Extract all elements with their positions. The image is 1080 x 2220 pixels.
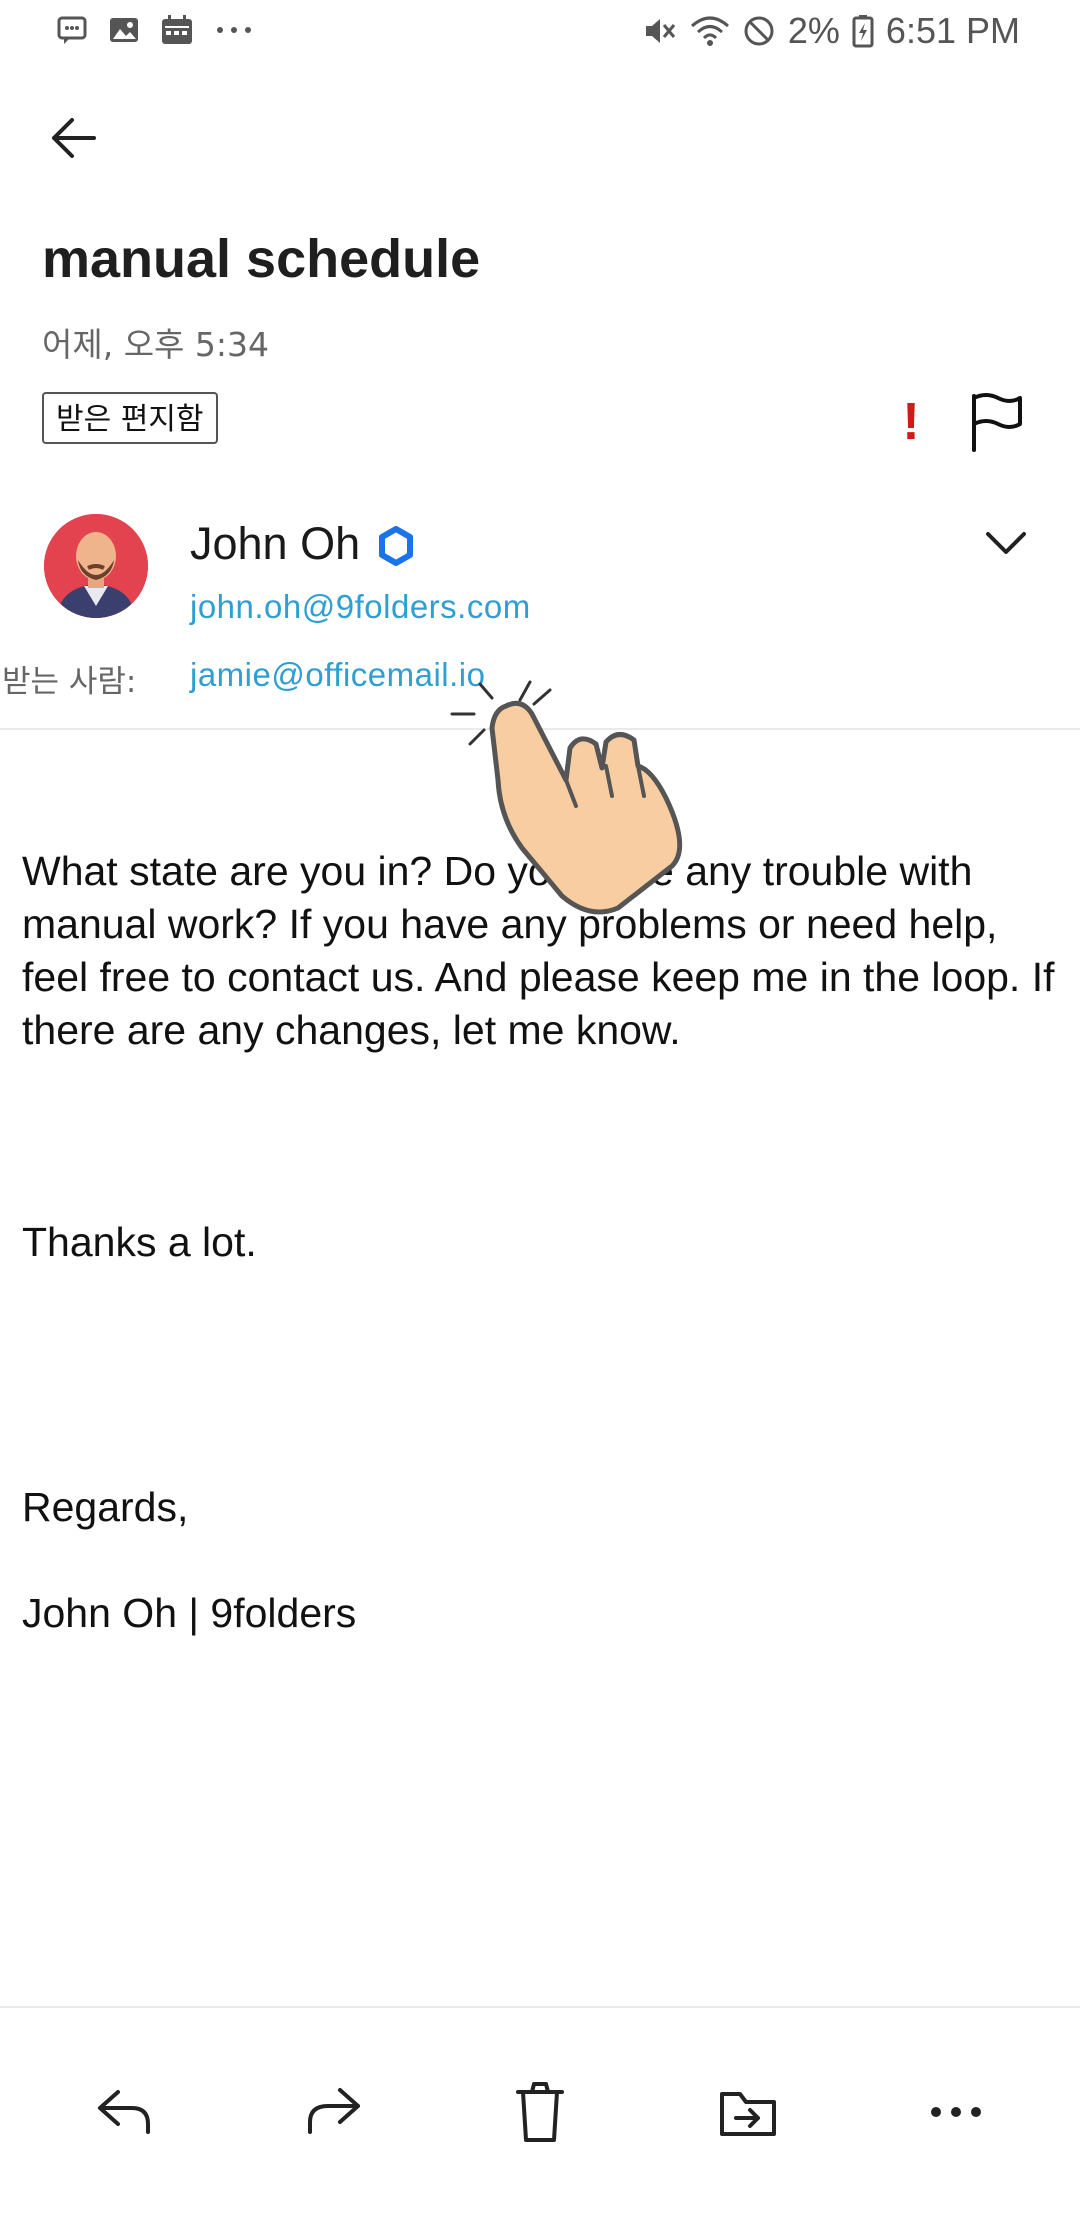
- wifi-icon: [690, 14, 730, 48]
- signature: John Oh | 9folders: [22, 1590, 357, 1636]
- flag-button[interactable]: [964, 390, 1028, 454]
- more-dots-icon: [214, 14, 254, 46]
- delete-button[interactable]: [504, 2080, 576, 2144]
- delete-icon: [516, 2082, 564, 2142]
- back-arrow-icon: [52, 118, 96, 158]
- flag-icon: [972, 393, 1022, 452]
- sender-name[interactable]: John Oh: [190, 518, 360, 570]
- avatar[interactable]: [44, 514, 148, 618]
- status-bar: 2% 6:51 PM: [0, 0, 1080, 64]
- importance-mark[interactable]: !: [896, 392, 926, 452]
- tap-hand-icon: [440, 670, 710, 920]
- more-button[interactable]: [920, 2080, 992, 2144]
- signoff: Regards,: [22, 1484, 189, 1530]
- bottom-toolbar: [0, 2080, 1080, 2144]
- status-left-icons: [56, 14, 254, 46]
- calendar-icon: [160, 14, 194, 46]
- email-date: 어제, 오후 5:34: [42, 325, 270, 364]
- body-paragraph: Thanks a lot.: [22, 1219, 257, 1265]
- move-folder-button[interactable]: [712, 2080, 784, 2144]
- forward-button[interactable]: [298, 2080, 370, 2144]
- move-folder-icon: [720, 2092, 776, 2136]
- toolbar-divider: [0, 2006, 1080, 2008]
- reply-icon: [98, 2090, 150, 2134]
- no-disturb-icon: [742, 14, 776, 48]
- battery-percent: 2%: [787, 10, 840, 51]
- email-detail-screen: 2% 6:51 PM manual schedule 어제, 오후 5:34 받…: [0, 0, 1080, 2220]
- battery-icon: [852, 14, 874, 48]
- clock: 6:51 PM: [885, 10, 1020, 51]
- avatar-person-icon: [44, 514, 148, 618]
- recipient-label: 받는 사람:: [2, 664, 137, 700]
- email-subject: manual schedule: [42, 229, 481, 289]
- chevron-down-icon: [986, 532, 1026, 554]
- mute-icon: [642, 14, 678, 48]
- gallery-icon: [108, 14, 140, 46]
- verified-badge-icon: [376, 526, 416, 566]
- message-icon: [56, 14, 88, 46]
- folder-badge[interactable]: 받은 편지함: [42, 392, 218, 444]
- sender-email[interactable]: john.oh@9folders.com: [190, 588, 531, 626]
- reply-button[interactable]: [88, 2080, 160, 2144]
- more-icon: [931, 2107, 981, 2117]
- email-body: What state are you in? Do you have any t…: [22, 792, 1062, 1693]
- back-button[interactable]: [42, 106, 106, 170]
- status-right-icons: 2% 6:51 PM: [642, 10, 1020, 52]
- expand-details-button[interactable]: [976, 518, 1036, 570]
- forward-icon: [308, 2088, 360, 2134]
